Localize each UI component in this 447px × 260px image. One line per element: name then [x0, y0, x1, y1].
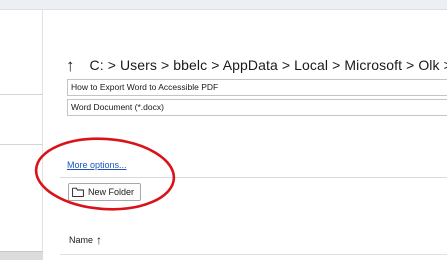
- folder-icon: [72, 187, 84, 197]
- new-folder-button[interactable]: New Folder: [68, 183, 141, 201]
- file-name-field[interactable]: How to Export Word to Accessible PDF: [67, 79, 447, 96]
- up-arrow-icon[interactable]: ↑: [66, 57, 75, 74]
- nav-divider: [0, 144, 43, 145]
- separator: [60, 177, 447, 178]
- sort-up-arrow-icon: ↑: [96, 233, 103, 247]
- more-options-link[interactable]: More options...: [67, 160, 127, 170]
- navigation-pane[interactable]: [0, 10, 43, 260]
- column-header-name[interactable]: Name ↑: [69, 234, 102, 246]
- title-bar: [0, 0, 447, 10]
- nav-scrollbar[interactable]: [0, 251, 43, 260]
- address-bar[interactable]: ↑ C: > Users > bbelc > AppData > Local >…: [62, 54, 447, 76]
- save-as-type-select[interactable]: Word Document (*.docx): [67, 99, 447, 116]
- new-folder-label: New Folder: [88, 187, 135, 197]
- list-divider: [60, 254, 447, 255]
- path-text: C: > Users > bbelc > AppData > Local > M…: [89, 57, 447, 73]
- nav-divider: [0, 94, 43, 95]
- column-name-label: Name: [69, 235, 94, 245]
